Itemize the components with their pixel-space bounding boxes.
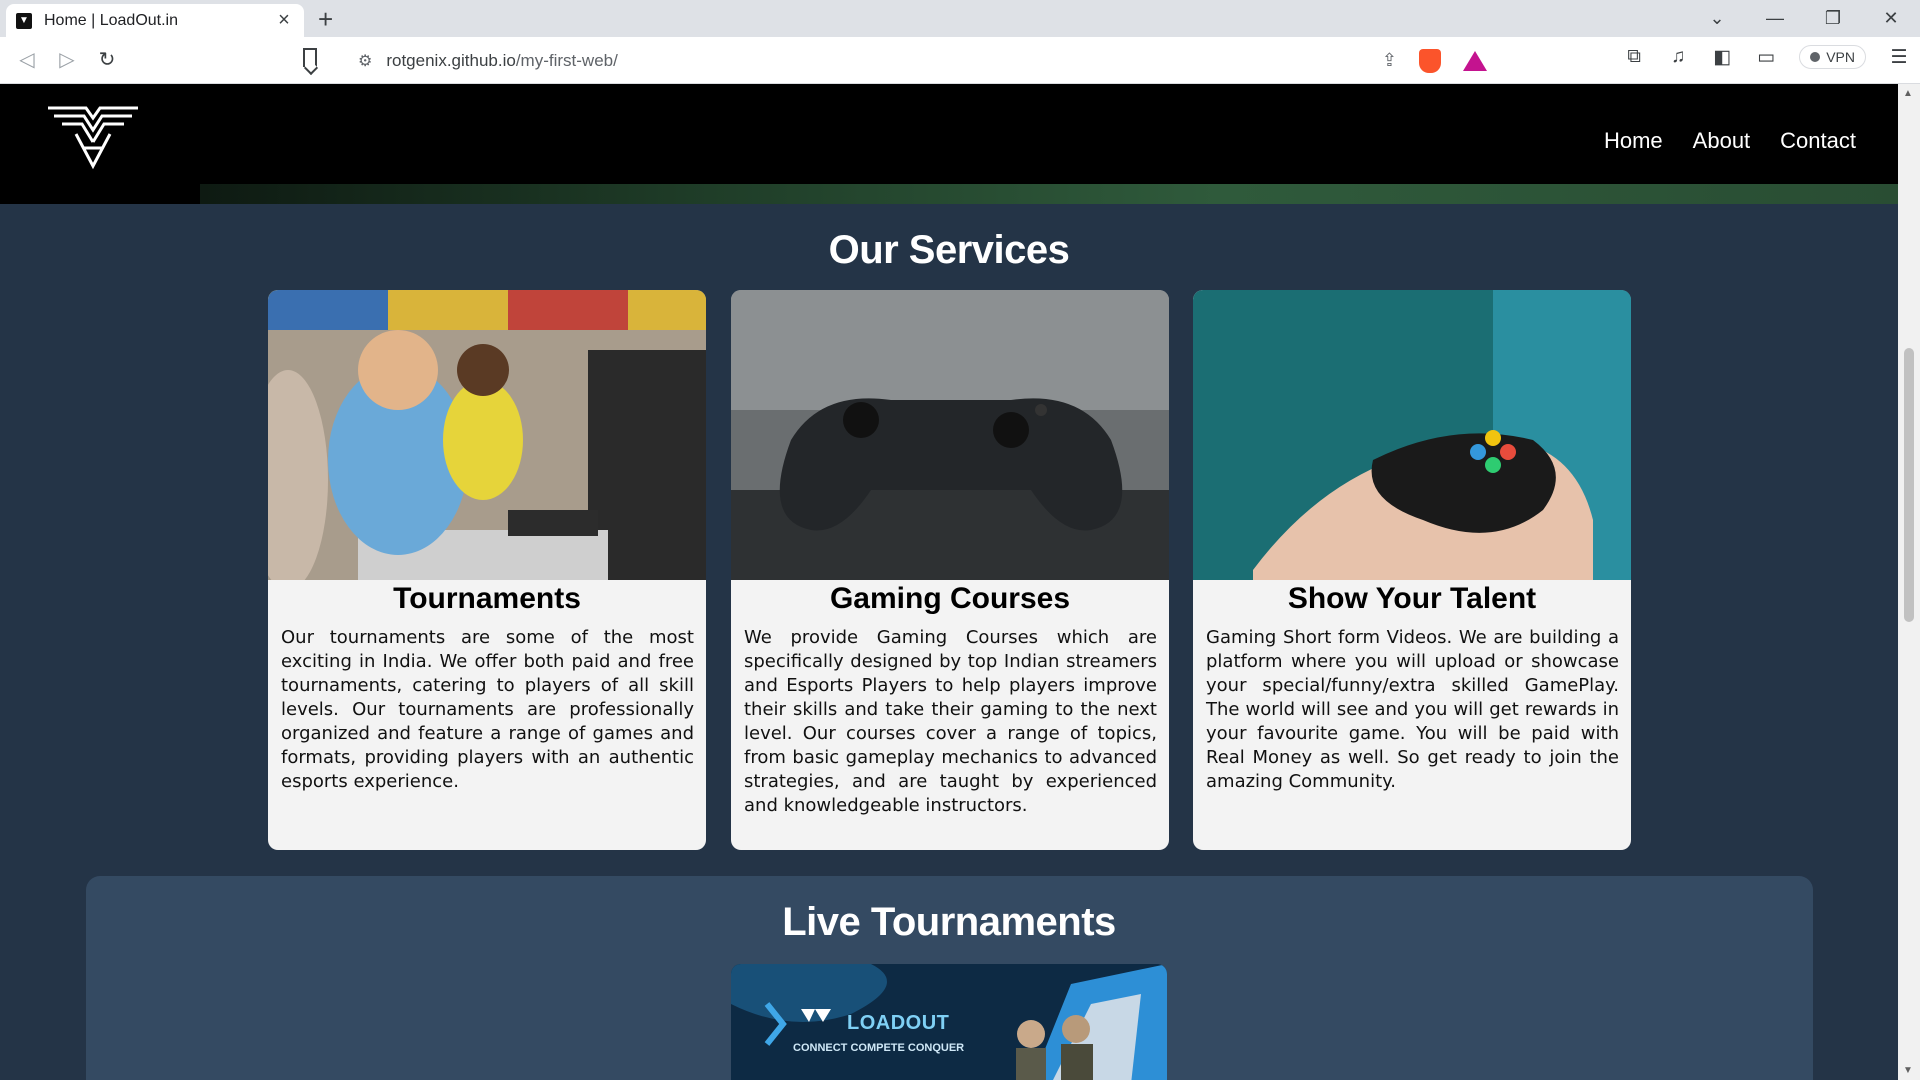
browser-tab[interactable]: ▼ Home | LoadOut.in × — [6, 4, 304, 37]
service-card-tournaments: Tournaments Our tournaments are some of … — [268, 290, 706, 850]
card-text: Our tournaments are some of the most exc… — [281, 627, 694, 792]
close-window-icon[interactable]: ✕ — [1862, 8, 1920, 29]
sidebar-icon[interactable]: ◧ — [1711, 46, 1733, 69]
main-nav: Home About Contact — [1604, 128, 1856, 154]
site-settings-icon[interactable]: ⚙ — [358, 51, 372, 71]
nav-home-link[interactable]: Home — [1604, 128, 1663, 154]
nav-contact-link[interactable]: Contact — [1780, 128, 1856, 154]
browser-tab-bar: ▼ Home | LoadOut.in × + ⌄ — ❐ ✕ — [0, 0, 1920, 37]
banner-brand: LOADOUT — [847, 1012, 950, 1034]
close-tab-icon[interactable]: × — [274, 9, 294, 32]
scroll-thumb[interactable] — [1904, 348, 1914, 622]
card-title: Tournaments — [393, 582, 581, 615]
url-host: rotgenix.github.io — [386, 50, 516, 70]
new-tab-icon[interactable]: + — [318, 4, 333, 34]
minimize-icon[interactable]: — — [1746, 8, 1804, 29]
card-title: Gaming Courses — [829, 582, 1071, 615]
back-icon[interactable]: ◁ — [14, 47, 40, 72]
url-text: rotgenix.github.io/my-first-web/ — [386, 51, 617, 71]
tab-search-chevron-icon[interactable]: ⌄ — [1688, 8, 1746, 29]
media-icon[interactable]: ♫ — [1667, 46, 1689, 68]
scroll-down-icon[interactable]: ▼ — [1903, 1065, 1913, 1076]
service-card-show-your-talent: Show Your Talent Gaming Short form Video… — [1193, 290, 1631, 850]
card-text: Gaming Short form Videos. We are buildin… — [1206, 627, 1619, 792]
web-page: Home About Contact Our Services Tourname… — [0, 84, 1898, 1080]
share-icon[interactable]: ⇪ — [1382, 50, 1397, 71]
nav-about-link[interactable]: About — [1693, 128, 1751, 154]
bookmark-icon[interactable] — [303, 48, 317, 67]
brave-shields-icon[interactable] — [1419, 48, 1441, 73]
hero-image-strip — [200, 184, 1898, 204]
restore-icon[interactable]: ❐ — [1804, 8, 1862, 29]
forward-icon[interactable]: ▷ — [54, 47, 80, 72]
loadout-logo-icon[interactable] — [46, 104, 140, 170]
live-tournaments-title: Live Tournaments — [782, 900, 1116, 944]
extensions-icon[interactable]: ⧉ — [1623, 46, 1645, 68]
brave-rewards-icon[interactable] — [1463, 50, 1487, 71]
service-card-gaming-courses: Gaming Courses We provide Gaming Courses… — [731, 290, 1169, 850]
banner-tagline: CONNECT COMPETE CONQUER — [793, 1042, 965, 1054]
wallet-icon[interactable]: ▭ — [1755, 46, 1777, 69]
vpn-status-icon — [1810, 52, 1821, 62]
vpn-label: VPN — [1826, 49, 1855, 65]
url-path: /my-first-web/ — [515, 50, 618, 70]
tournaments-image — [268, 290, 706, 580]
vpn-button[interactable]: VPN — [1799, 45, 1866, 69]
show-your-talent-image — [1193, 290, 1631, 580]
gaming-courses-image — [731, 290, 1169, 580]
reload-icon[interactable]: ↻ — [94, 47, 120, 72]
card-title: Show Your Talent — [1287, 582, 1537, 615]
menu-icon[interactable]: ☰ — [1888, 46, 1910, 69]
site-favicon-icon: ▼ — [16, 12, 32, 29]
services-title: Our Services — [828, 228, 1070, 272]
card-text: We provide Gaming Courses which are spec… — [744, 627, 1157, 816]
tournament-banner[interactable]: LOADOUT CONNECT COMPETE CONQUER — [731, 964, 1167, 1080]
tab-title: Home | LoadOut.in — [44, 11, 179, 29]
address-bar[interactable]: ⚙ rotgenix.github.io/my-first-web/ ⇪ — [340, 43, 1503, 78]
scroll-up-icon[interactable]: ▲ — [1903, 88, 1913, 99]
window-controls: ⌄ — ❐ ✕ — [1688, 0, 1920, 37]
page-scrollbar[interactable]: ▲ ▼ — [1898, 84, 1920, 1080]
browser-toolbar: ◁ ▷ ↻ ⚙ rotgenix.github.io/my-first-web/… — [0, 37, 1920, 84]
